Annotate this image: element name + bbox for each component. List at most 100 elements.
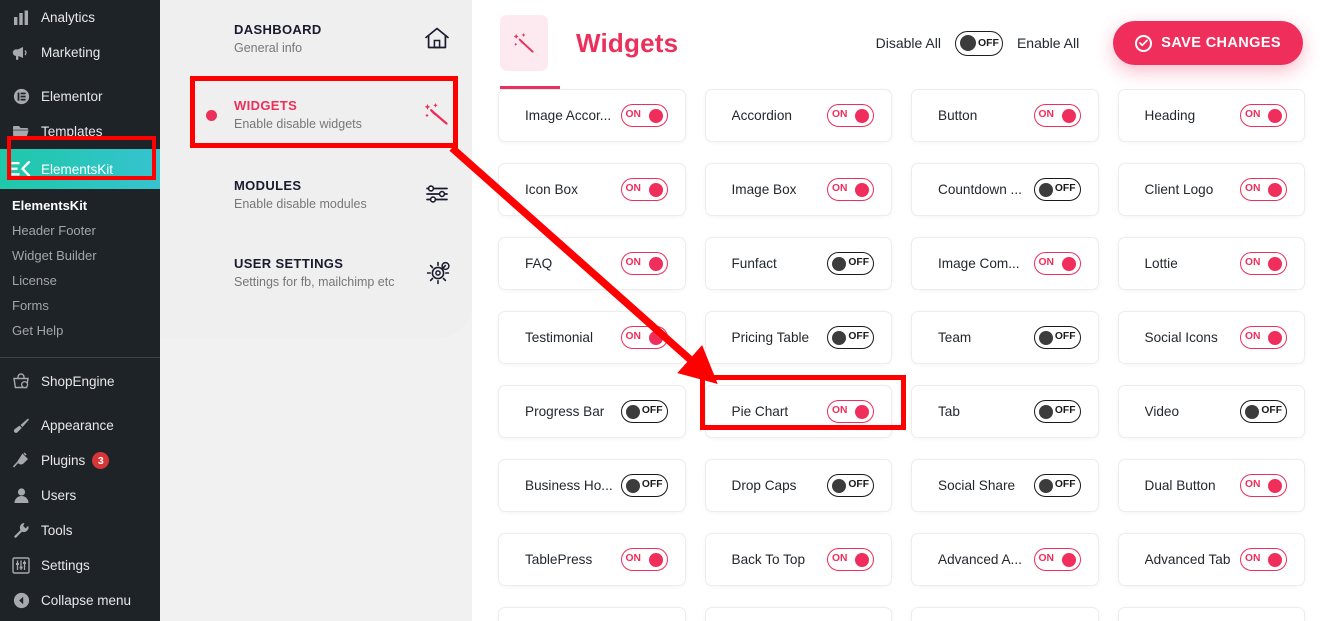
widget-name: Progress Bar	[525, 404, 605, 419]
widget-toggle[interactable]: OFF	[1033, 326, 1081, 349]
widget-toggle[interactable]: ON	[1240, 326, 1287, 349]
widget-card[interactable]: Client Logo ON	[1117, 163, 1305, 216]
widget-card[interactable]: Pie Chart ON	[704, 385, 892, 438]
widget-card[interactable]: Icon Box ON	[498, 163, 686, 216]
sidebar-item-tools[interactable]: Tools	[0, 513, 160, 548]
widget-toggle[interactable]: ON	[620, 178, 668, 201]
widget-toggle[interactable]: OFF	[620, 474, 668, 497]
widget-toggle-state: OFF	[1054, 331, 1076, 343]
widget-card[interactable]: Image Accor... ON	[498, 89, 686, 142]
widget-toggle[interactable]: ON	[1033, 252, 1081, 275]
submenu-item-widget-builder[interactable]: Widget Builder	[0, 243, 160, 268]
widget-card[interactable]: Image Com... ON	[911, 237, 1099, 290]
widget-card[interactable]: Social Icons ON	[1117, 311, 1305, 364]
widget-toggle[interactable]: ON	[1033, 548, 1081, 571]
widget-card[interactable]: Drop Caps OFF	[704, 459, 892, 512]
widget-toggle[interactable]: ON	[1240, 104, 1287, 127]
submenu-item-license[interactable]: License	[0, 268, 160, 293]
nav-item-dashboard[interactable]: DASHBOARD General info	[234, 14, 452, 64]
widget-name: Image Com...	[938, 256, 1020, 271]
bar-chart-icon	[10, 8, 32, 28]
widget-name: Button	[938, 108, 978, 123]
widget-toggle-knob	[1061, 108, 1076, 123]
widget-toggle-knob	[1268, 108, 1282, 123]
widget-card[interactable]: TablePress ON	[498, 533, 686, 586]
widget-toggle[interactable]: OFF	[1240, 400, 1287, 423]
widget-card[interactable]: Tab OFF	[911, 385, 1099, 438]
widget-card[interactable]: Testimonial ON	[498, 311, 686, 364]
widget-card[interactable]: Advanced A... ON	[911, 533, 1099, 586]
sidebar-item-elementskit[interactable]: ElementsKit	[0, 149, 160, 189]
widget-toggle[interactable]: OFF	[1033, 474, 1081, 497]
widget-card[interactable]: Lottie ON	[1117, 237, 1305, 290]
disable-all-label[interactable]: Disable All	[876, 35, 941, 51]
sidebar-item-plugins[interactable]: Plugins 3	[0, 443, 160, 478]
widget-toggle-knob	[648, 108, 663, 123]
widget-toggle[interactable]: ON	[827, 548, 874, 571]
widget-card[interactable]: Business Ho... OFF	[498, 459, 686, 512]
widget-toggle[interactable]: OFF	[1033, 178, 1081, 201]
sidebar-item-templates[interactable]: Templates	[0, 114, 160, 149]
widget-card[interactable]: Progress Bar OFF	[498, 385, 686, 438]
widget-card[interactable]: Back To Top ON	[704, 533, 892, 586]
sidebar-item-settings[interactable]: Settings	[0, 548, 160, 583]
widget-toggle[interactable]: ON	[827, 178, 874, 201]
widget-card[interactable]: Video OFF	[1117, 385, 1305, 438]
widget-card[interactable]: Image Box ON	[704, 163, 892, 216]
widget-toggle[interactable]: OFF	[1033, 400, 1081, 423]
widget-toggle[interactable]: ON	[620, 548, 668, 571]
submenu-item-forms[interactable]: Forms	[0, 293, 160, 318]
widget-toggle[interactable]: ON	[1240, 252, 1287, 275]
nav-item-widgets[interactable]: WIDGETS Enable disable widgets	[206, 90, 452, 140]
widget-toggle[interactable]: ON	[620, 326, 668, 349]
submenu-item-get-help[interactable]: Get Help	[0, 318, 160, 343]
sidebar-item-shopengine[interactable]: ShopEngine	[0, 364, 160, 399]
widget-toggle[interactable]: OFF	[620, 400, 668, 423]
widget-card[interactable]: Countdown ... OFF	[911, 163, 1099, 216]
widget-toggle[interactable]: ON	[620, 252, 668, 275]
widget-toggle[interactable]: ON	[1240, 178, 1287, 201]
widget-toggle[interactable]: ON	[1240, 474, 1287, 497]
master-toggle[interactable]: OFF	[954, 30, 1003, 56]
widget-card[interactable]: Heading ON	[1117, 89, 1305, 142]
sidebar-label: Settings	[41, 558, 90, 573]
widget-toggle[interactable]: OFF	[827, 474, 874, 497]
widget-card[interactable]: Team OFF	[911, 311, 1099, 364]
widget-name: Business Ho...	[525, 478, 613, 493]
widget-card[interactable]: Accordion ON	[704, 89, 892, 142]
widget-toggle[interactable]: OFF	[827, 326, 874, 349]
widget-card[interactable]: ON	[911, 607, 1099, 621]
widget-card[interactable]: ON	[1117, 607, 1305, 621]
widget-card[interactable]: Pricing Table OFF	[704, 311, 892, 364]
widget-toggle[interactable]: ON	[620, 104, 668, 127]
widget-name: Dual Button	[1144, 478, 1216, 493]
widget-toggle[interactable]: ON	[827, 400, 874, 423]
widget-card[interactable]: Button ON	[911, 89, 1099, 142]
widget-toggle-knob	[1268, 256, 1282, 271]
sidebar-item-elementor[interactable]: Elementor	[0, 79, 160, 114]
widget-card[interactable]: ON	[498, 607, 686, 621]
widget-card[interactable]: ON	[704, 607, 892, 621]
widget-toggle[interactable]: ON	[827, 104, 874, 127]
shop-icon	[10, 372, 32, 392]
widget-toggle[interactable]: OFF	[827, 252, 874, 275]
nav-item-modules[interactable]: MODULES Enable disable modules	[234, 170, 452, 220]
widget-card[interactable]: FAQ ON	[498, 237, 686, 290]
sidebar-item-users[interactable]: Users	[0, 478, 160, 513]
widget-name: Pricing Table	[731, 330, 810, 345]
nav-item-user-settings[interactable]: USER SETTINGS Settings for fb, mailchimp…	[234, 248, 452, 298]
submenu-item-header-footer[interactable]: Header Footer	[0, 218, 160, 243]
save-changes-button[interactable]: SAVE CHANGES	[1113, 21, 1303, 65]
sidebar-item-analytics[interactable]: Analytics	[0, 0, 160, 35]
widget-card[interactable]: Social Share OFF	[911, 459, 1099, 512]
sidebar-item-collapse-menu[interactable]: Collapse menu	[0, 583, 160, 618]
sidebar-item-appearance[interactable]: Appearance	[0, 408, 160, 443]
widget-card[interactable]: Advanced Tab ON	[1117, 533, 1305, 586]
submenu-item-elementskit[interactable]: ElementsKit	[0, 193, 160, 218]
widget-card[interactable]: Dual Button ON	[1117, 459, 1305, 512]
sidebar-item-marketing[interactable]: Marketing	[0, 35, 160, 70]
widget-toggle[interactable]: ON	[1033, 104, 1081, 127]
widget-toggle[interactable]: ON	[1240, 548, 1287, 571]
widget-card[interactable]: Funfact OFF	[704, 237, 892, 290]
enable-all-label[interactable]: Enable All	[1017, 35, 1079, 51]
